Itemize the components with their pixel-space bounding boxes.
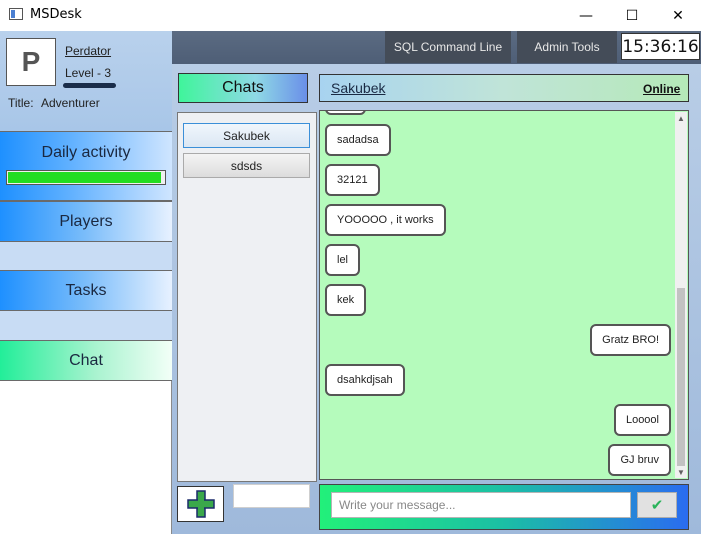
message-input[interactable]: Write your message...	[331, 492, 631, 518]
profile-username-link[interactable]: Perdator	[65, 44, 111, 58]
app-window-icon	[9, 8, 23, 20]
send-button[interactable]: ✔	[637, 492, 677, 518]
maximize-button[interactable]: ☐	[609, 0, 655, 31]
contact-status: Online	[643, 82, 681, 96]
nav-players-label: Players	[59, 212, 113, 230]
check-icon: ✔	[650, 497, 664, 514]
minimize-button[interactable]: —	[563, 0, 609, 31]
message-bubble: lel	[325, 244, 361, 276]
scroll-down-icon[interactable]: ▼	[676, 467, 686, 477]
conversation-contact-name[interactable]: Sakubek	[331, 80, 385, 96]
profile-title-value: Adventurer	[41, 96, 100, 110]
daily-activity-progress-fill	[8, 172, 161, 183]
nav-spacer	[0, 311, 172, 340]
message-bubble: YOOOOO , it works	[325, 204, 446, 236]
level-progress-bar	[63, 83, 116, 88]
nav-daily-activity-button[interactable]: Daily activity	[0, 131, 172, 201]
sql-command-line-button[interactable]: SQL Command Line	[385, 31, 511, 63]
nav-tasks-label: Tasks	[65, 281, 107, 299]
window-title: MSDesk	[30, 7, 82, 22]
message-list: sadadsa 32121 YOOOOO , it works lel kek …	[319, 110, 689, 480]
message-bubble-partial	[325, 111, 366, 115]
contact-item[interactable]: sdsds	[183, 153, 310, 178]
nav-tasks-button[interactable]: Tasks	[0, 270, 172, 311]
profile-title-label: Title:	[8, 96, 34, 110]
message-bubble: GJ bruv	[608, 444, 671, 476]
scrollbar-thumb[interactable]	[677, 288, 685, 466]
nav-daily-activity-label: Daily activity	[41, 144, 131, 161]
profile-level: Level - 3	[65, 66, 112, 80]
scroll-up-icon[interactable]: ▲	[676, 113, 686, 123]
nav-chat-label: Chat	[69, 351, 103, 369]
plus-icon	[187, 490, 215, 518]
new-chat-input[interactable]	[233, 484, 310, 508]
contact-item[interactable]: Sakubek	[183, 123, 310, 148]
message-bubble: Looool	[613, 404, 671, 436]
message-bubble: Gratz BRO!	[590, 324, 671, 356]
chats-header: Chats	[178, 73, 308, 103]
message-bubble: 32121	[325, 164, 380, 196]
nav-chat-button[interactable]: Chat	[0, 340, 172, 381]
message-bubble: dsahkdjsah	[325, 364, 405, 396]
clock-display: 15:36:16	[621, 33, 700, 60]
close-button[interactable]: ✕	[655, 0, 701, 31]
nav-spacer	[0, 242, 172, 270]
add-chat-button[interactable]	[177, 486, 224, 522]
avatar[interactable]: P	[6, 38, 56, 86]
message-bubble: sadadsa	[325, 124, 391, 156]
nav-players-button[interactable]: Players	[0, 201, 172, 242]
admin-tools-button[interactable]: Admin Tools	[517, 31, 617, 63]
message-bubble: kek	[325, 284, 367, 316]
